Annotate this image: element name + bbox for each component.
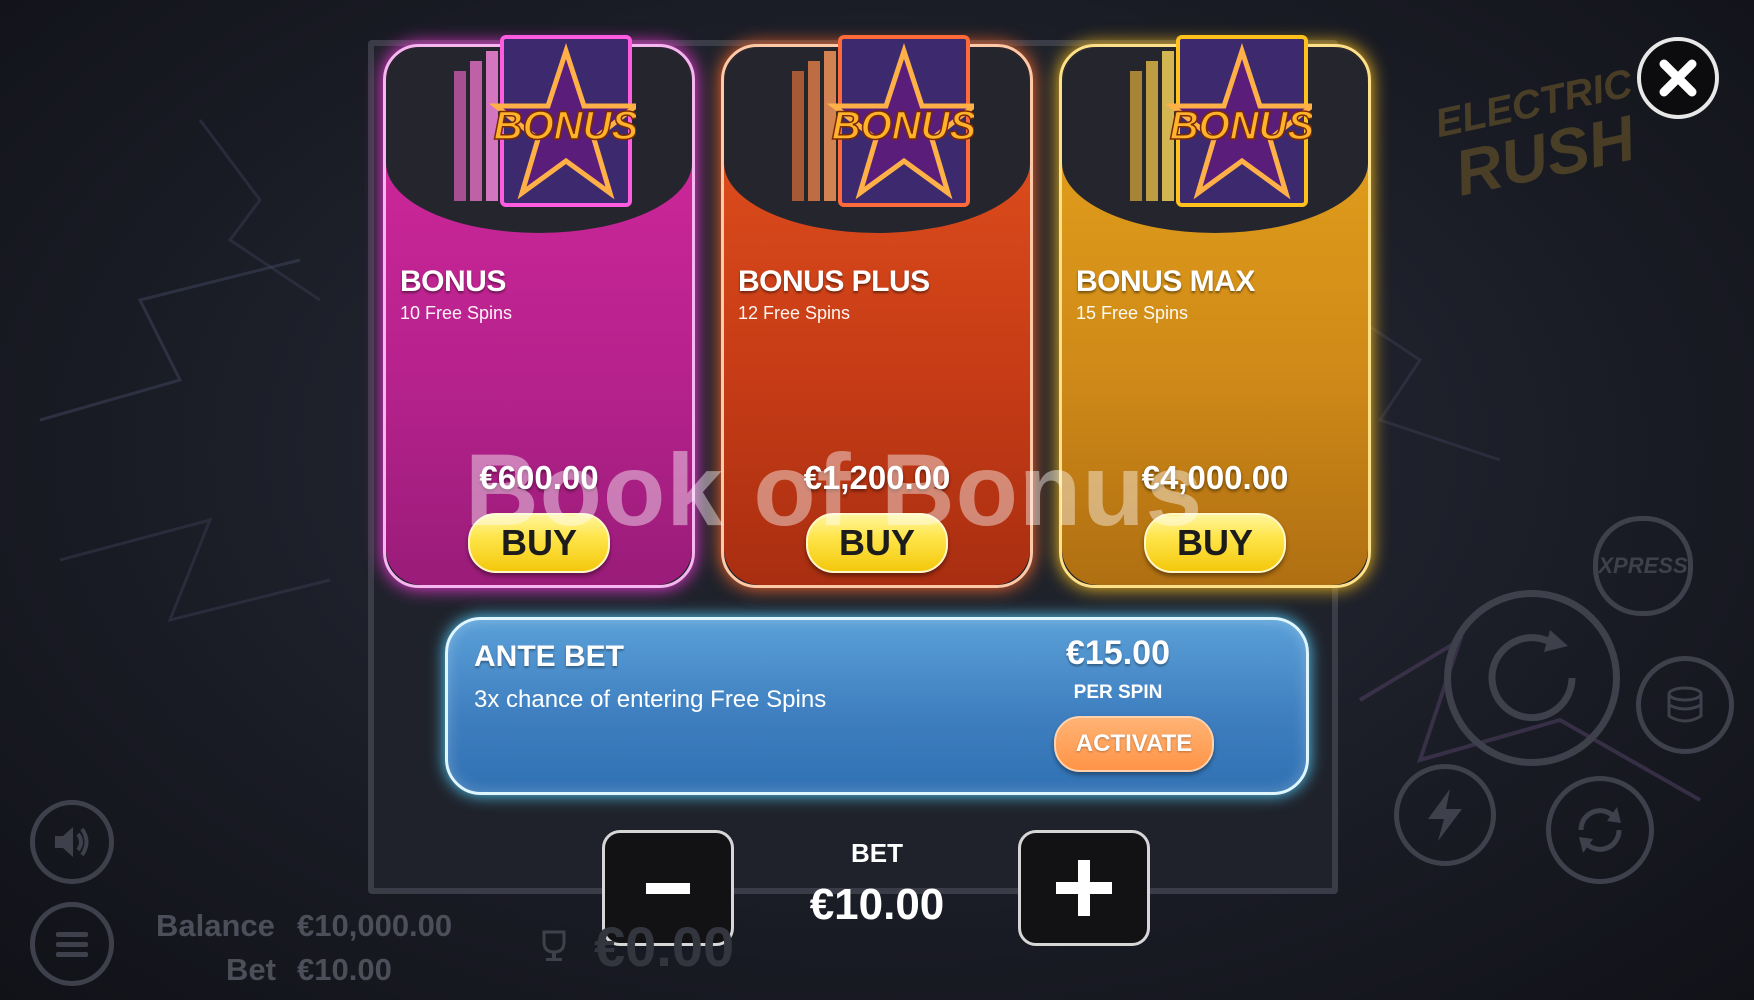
- coins-button[interactable]: [1636, 656, 1734, 754]
- sound-button[interactable]: [30, 800, 114, 884]
- ante-bet-panel: ANTE BET 3x chance of entering Free Spin…: [445, 617, 1309, 795]
- xpress-label: XPRESS: [1598, 553, 1688, 578]
- plus-icon: [1056, 860, 1112, 916]
- card-subtitle: 12 Free Spins: [738, 303, 851, 323]
- coins-icon: [1667, 686, 1703, 723]
- bet-value: €10.00: [809, 880, 945, 929]
- card-title: BONUS: [400, 265, 506, 298]
- ante-price: €15.00: [1066, 634, 1170, 672]
- ante-per-spin: PER SPIN: [1073, 682, 1163, 703]
- bonus-star-image: BONUS: [454, 35, 636, 207]
- menu-icon: [56, 932, 88, 957]
- bonus-image-label: BONUS: [494, 104, 636, 148]
- bet-label: BET: [851, 838, 903, 868]
- speaker-icon: [55, 827, 89, 857]
- bonus-star-image: BONUS: [1130, 35, 1312, 207]
- watermark: Book of Bonus: [465, 433, 1204, 547]
- increase-bet-button[interactable]: [1018, 830, 1150, 946]
- close-icon: [1659, 59, 1697, 97]
- xpress-button[interactable]: XPRESS: [1593, 516, 1693, 616]
- trophy-icon: [542, 930, 566, 961]
- card-title: BONUS MAX: [1076, 265, 1255, 298]
- bonus-star-image: BONUS: [792, 35, 974, 207]
- footer-bet-label: Bet: [226, 952, 276, 987]
- autoplay-icon: [1578, 807, 1622, 853]
- footer-bet-value: €10.00: [297, 952, 392, 987]
- turbo-button[interactable]: [1394, 764, 1496, 866]
- game-logo: ELECTRIC RUSH: [1431, 61, 1668, 298]
- balance-value: €10,000.00: [297, 908, 453, 943]
- ante-description: 3x chance of entering Free Spins: [474, 686, 827, 713]
- spin-button[interactable]: [1444, 590, 1620, 766]
- minus-icon: [646, 883, 690, 894]
- card-subtitle: 15 Free Spins: [1076, 303, 1189, 323]
- close-button[interactable]: [1637, 37, 1719, 119]
- autoplay-button[interactable]: [1546, 776, 1654, 884]
- card-subtitle: 10 Free Spins: [400, 303, 513, 323]
- win-value: €0.00: [594, 915, 735, 978]
- menu-button[interactable]: [30, 902, 114, 986]
- activate-button[interactable]: ACTIVATE: [1054, 716, 1214, 772]
- ante-title: ANTE BET: [474, 640, 624, 673]
- bonus-image-label: BONUS: [1170, 104, 1312, 148]
- lightning-icon: [1428, 789, 1462, 841]
- spin-icon: [1488, 630, 1576, 722]
- bonus-image-label: BONUS: [832, 104, 974, 148]
- balance-label: Balance: [156, 908, 275, 943]
- card-title: BONUS PLUS: [738, 265, 930, 298]
